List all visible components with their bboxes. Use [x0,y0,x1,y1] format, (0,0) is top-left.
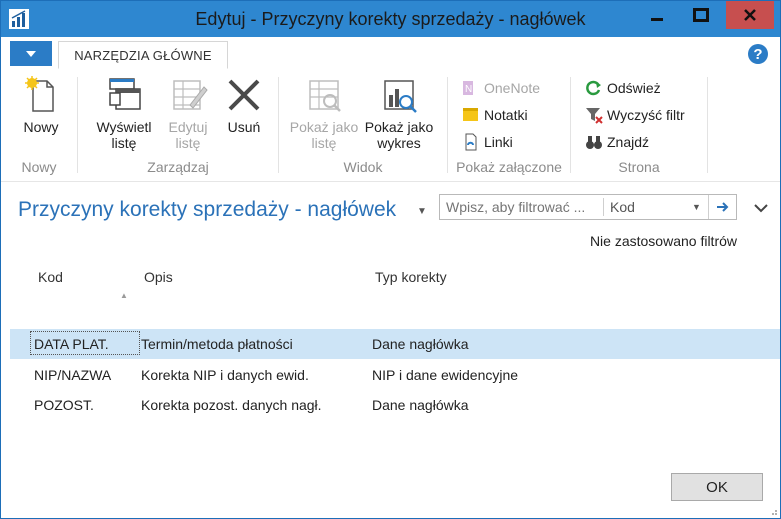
table-row[interactable]: NIP/NAZWA Korekta NIP i danych ewid. NIP… [10,360,780,390]
refresh-label: Odśwież [607,80,661,96]
links-label: Linki [484,134,513,150]
show-as-list-label: Pokaż jako listę [289,119,359,151]
cell-description: Korekta pozost. danych nagł. [141,397,322,413]
edit-list-label: Edytuj listę [168,119,208,151]
show-chart-icon [384,80,417,113]
find-label: Znajdź [607,134,650,150]
link-icon [465,133,477,151]
clear-filter-label: Wyczyść filtr [607,107,685,123]
minimize-button[interactable] [637,1,677,29]
ribbon-tab-bar: NARZĘDZIA GŁÓWNE ? [1,37,780,70]
maximize-icon [693,8,709,22]
ribbon-group-strona: Odśwież Wyczyść filtr Znajdź Strona [571,69,707,181]
column-header-opis[interactable]: Opis [144,269,173,285]
delete-label: Usuń [227,119,261,135]
page-title[interactable]: Przyczyny korekty sprzedaży - nagłówek [18,198,396,222]
sort-ascending-icon: ▲ [120,291,128,300]
table-row[interactable]: POZOST. Korekta pozost. danych nagł. Dan… [10,390,780,420]
caret-down-icon [26,50,36,57]
new-button[interactable]: Nowy [15,75,67,135]
filter-box: Kod ▼ [439,194,737,220]
column-header-typ-korekty[interactable]: Typ korekty [375,269,447,285]
notes-button[interactable]: Notatki [462,104,528,126]
new-button-label: Nowy [23,119,59,135]
group-label-strona: Strona [618,159,660,175]
apply-filter-button[interactable] [708,195,737,219]
minimize-icon [651,18,663,21]
column-header-kod[interactable]: Kod [38,269,63,285]
ribbon-group-pokaz-zalaczone: N OneNote Notatki Linki Pokaż załączone [448,69,570,181]
resize-grip-icon[interactable] [768,506,778,516]
view-list-button[interactable]: Wyświetl listę [92,75,156,151]
show-as-chart-button[interactable]: Pokaż jako wykres [361,75,437,151]
refresh-icon [586,80,601,96]
view-list-icon [109,78,141,110]
binoculars-icon [586,136,602,149]
new-document-icon [25,76,54,112]
table-row[interactable]: DATA PLAT. Termin/metoda płatności Dane … [10,329,780,359]
title-bar: Edytuj - Przyczyny korekty sprzedaży - n… [1,1,780,37]
chevron-down-icon[interactable]: ▼ [692,202,701,212]
find-button[interactable]: Znajdź [585,131,649,153]
group-label-pokaz-zalaczone: Pokaż załączone [456,159,562,175]
file-menu-button[interactable] [10,41,52,66]
edit-list-icon [173,80,208,110]
filter-divider [603,198,604,216]
onenote-button[interactable]: N OneNote [462,77,540,99]
svg-text:N: N [465,84,472,95]
ok-button[interactable]: OK [671,473,763,501]
clear-filter-button[interactable]: Wyczyść filtr [585,104,685,126]
ribbon-separator [707,77,708,173]
maximize-button[interactable] [681,1,721,29]
group-label-zarzadzaj: Zarządzaj [147,159,209,175]
arrow-right-icon [717,202,729,212]
help-icon[interactable]: ? [748,44,768,64]
cell-description: Korekta NIP i danych ewid. [141,367,309,383]
ribbon: Nowy Nowy Wyświetl listę Edytuj listę Us… [1,69,780,182]
cell-code: DATA PLAT. [34,336,109,352]
onenote-label: OneNote [484,80,541,96]
refresh-button[interactable]: Odśwież [585,77,661,99]
note-icon [463,108,478,121]
search-input[interactable] [446,199,596,215]
show-as-list-button[interactable]: Pokaż jako listę [289,75,359,151]
close-button[interactable] [726,1,774,29]
ribbon-group-zarzadzaj: Wyświetl listę Edytuj listę Usuń Zarządz… [78,69,278,181]
collapse-chevron-icon[interactable] [753,201,769,215]
show-as-chart-label: Pokaż jako wykres [364,119,434,151]
cell-type: NIP i dane ewidencyjne [372,367,519,383]
dialog-window: Edytuj - Przyczyny korekty sprzedaży - n… [0,0,781,519]
ribbon-group-widok: Pokaż jako listę Pokaż jako wykres Widok [279,69,447,181]
filter-status-text: Nie zastosowano filtrów [589,233,737,249]
close-icon [744,9,756,21]
cell-type: Dane nagłówka [372,336,469,352]
group-label-widok: Widok [343,159,383,175]
tab-narzedzia-glowne[interactable]: NARZĘDZIA GŁÓWNE [58,41,228,69]
cell-description: Termin/metoda płatności [141,336,293,352]
title-dropdown-icon[interactable]: ▼ [417,206,427,217]
show-list-icon [309,80,341,112]
view-list-label: Wyświetl listę [96,119,152,151]
notes-label: Notatki [484,107,528,123]
cell-type: Dane nagłówka [372,397,469,413]
onenote-icon: N [463,81,473,95]
delete-x-icon [228,79,260,111]
clear-filter-icon [586,108,603,124]
links-button[interactable]: Linki [462,131,513,153]
group-label-nowy: Nowy [21,159,57,175]
cell-code: NIP/NAZWA [34,367,112,383]
filter-field-select[interactable]: Kod [610,199,635,215]
cell-code: POZOST. [34,397,94,413]
edit-list-button[interactable]: Edytuj listę [162,75,214,151]
delete-button[interactable]: Usuń [220,75,268,135]
ribbon-group-nowy: Nowy Nowy [1,69,77,181]
